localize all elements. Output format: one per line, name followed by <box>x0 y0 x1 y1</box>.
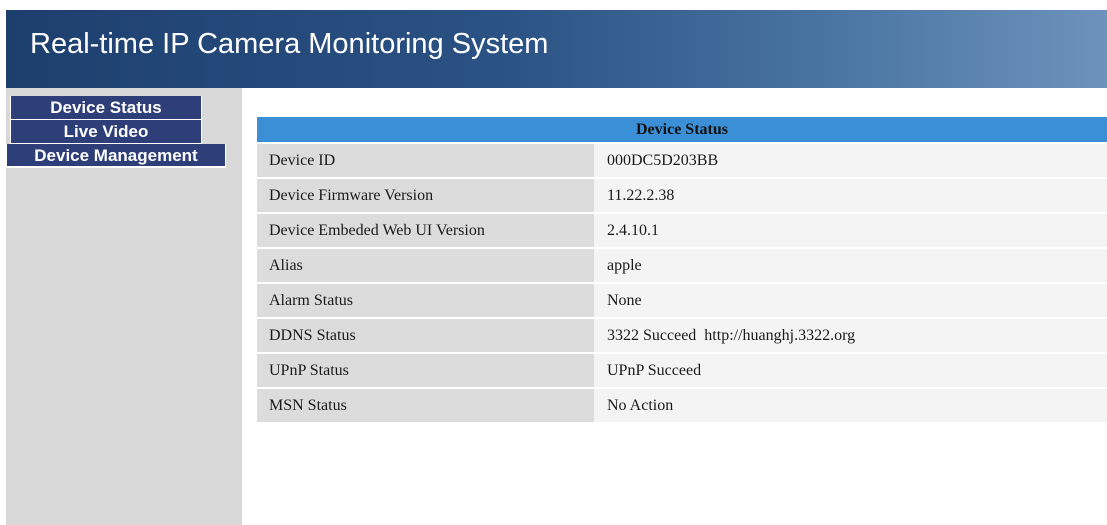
nav-device-management[interactable]: Device Management <box>6 144 226 168</box>
header-banner: Real-time IP Camera Monitoring System <box>6 10 1107 88</box>
row-label: MSN Status <box>257 388 594 424</box>
row-value: None <box>594 283 1107 319</box>
table-row-msn-status: MSN Status No Action <box>257 388 1107 424</box>
row-label: Device ID <box>257 143 594 179</box>
table-row-web-ui-version: Device Embeded Web UI Version 2.4.10.1 <box>257 213 1107 249</box>
row-label: Alarm Status <box>257 283 594 319</box>
table-row-ddns-status: DDNS Status 3322 Succeed http://huanghj.… <box>257 318 1107 354</box>
row-value: 2.4.10.1 <box>594 213 1107 249</box>
table-row-firmware-version: Device Firmware Version 11.22.2.38 <box>257 178 1107 214</box>
row-label: UPnP Status <box>257 353 594 389</box>
table-header-row: Device Status <box>257 117 1107 144</box>
table-row-device-id: Device ID 000DC5D203BB <box>257 143 1107 179</box>
nav-live-video[interactable]: Live Video <box>10 120 202 144</box>
row-value: No Action <box>594 388 1107 424</box>
app-title: Real-time IP Camera Monitoring System <box>30 28 549 60</box>
row-value: 000DC5D203BB <box>594 143 1107 179</box>
nav-device-status[interactable]: Device Status <box>10 96 202 120</box>
table-title: Device Status <box>257 117 1107 144</box>
table-row-alarm-status: Alarm Status None <box>257 283 1107 319</box>
device-status-table: Device Status Device ID 000DC5D203BB Dev… <box>257 117 1107 424</box>
table-row-alias: Alias apple <box>257 248 1107 284</box>
sidebar: Device Status Live Video Device Manageme… <box>6 88 242 525</box>
page: Real-time IP Camera Monitoring System De… <box>0 0 1107 525</box>
row-value: 3322 Succeed http://huanghj.3322.org <box>594 318 1107 354</box>
row-label: DDNS Status <box>257 318 594 354</box>
table-row-upnp-status: UPnP Status UPnP Succeed <box>257 353 1107 389</box>
row-label: Device Embeded Web UI Version <box>257 213 594 249</box>
row-label: Device Firmware Version <box>257 178 594 214</box>
row-value: apple <box>594 248 1107 284</box>
row-value: 11.22.2.38 <box>594 178 1107 214</box>
row-label: Alias <box>257 248 594 284</box>
row-value: UPnP Succeed <box>594 353 1107 389</box>
